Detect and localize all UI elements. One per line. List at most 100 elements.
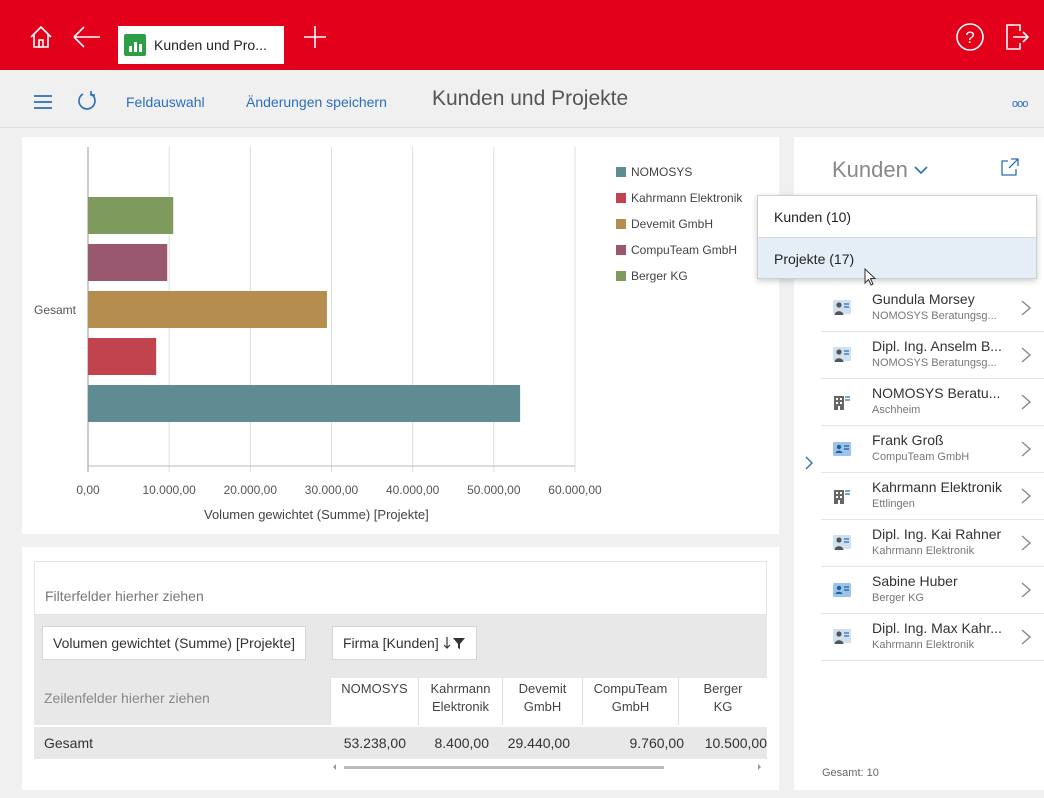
list-item[interactable]: NOMOSYS Beratu... Aschheim bbox=[821, 379, 1044, 426]
list-item[interactable]: Kahrmann Elektronik Ettlingen bbox=[821, 473, 1044, 520]
top-bar: Kunden und Pro... ? bbox=[0, 0, 1044, 70]
list-item[interactable]: Dipl. Ing. Anselm B... NOMOSYS Beratungsg… bbox=[821, 332, 1044, 379]
list-item[interactable]: Frank Groß CompuTeam GmbH bbox=[821, 426, 1044, 473]
column-field-label: Firma [Kunden] bbox=[343, 635, 439, 651]
list-item-subtitle: Ettlingen bbox=[872, 498, 915, 510]
list-item-subtitle: NOMOSYS Beratungsg... bbox=[872, 357, 997, 369]
column-header-computeam[interactable]: CompuTeam GmbH bbox=[582, 678, 678, 725]
list-item-subtitle: Kahrmann Elektronik bbox=[872, 639, 975, 651]
list-item[interactable]: Dipl. Ing. Max Kahr... Kahrmann Elektroni… bbox=[821, 614, 1044, 661]
page-title: Kunden und Projekte bbox=[432, 87, 629, 110]
x-tick-label: 20.000,00 bbox=[223, 483, 278, 497]
legend-item-kahrmann[interactable]: Kahrmann Elektronik bbox=[616, 185, 742, 211]
list-item-name: Dipl. Ing. Anselm B... bbox=[872, 338, 1002, 354]
bar-devemit-gmbh[interactable] bbox=[88, 291, 327, 328]
row-drop-zone[interactable]: Zeilenfelder hierher ziehen bbox=[44, 690, 210, 706]
open-external-icon[interactable] bbox=[1000, 157, 1020, 177]
cell-value[interactable]: 29.440,00 bbox=[508, 735, 570, 751]
chevron-right-icon[interactable] bbox=[1020, 581, 1032, 599]
list-item-name: Dipl. Ing. Kai Rahner bbox=[872, 526, 1002, 542]
list-item-subtitle: Aschheim bbox=[872, 404, 921, 416]
cell-value[interactable]: 53.238,00 bbox=[344, 735, 406, 751]
list-item[interactable]: Sabine Huber Berger KG bbox=[821, 567, 1044, 614]
list-item-subtitle: Berger KG bbox=[872, 592, 924, 604]
row-label: Gesamt bbox=[44, 735, 94, 751]
svg-text:?: ? bbox=[965, 28, 974, 47]
column-header-devemit[interactable]: Devemit GmbH bbox=[502, 678, 582, 725]
home-icon[interactable] bbox=[26, 22, 56, 52]
dropdown-item-kunden[interactable]: Kunden (10) bbox=[758, 196, 1036, 237]
bar-berger-kg[interactable] bbox=[88, 197, 174, 234]
column-field-chip[interactable]: Firma [Kunden] bbox=[332, 626, 477, 660]
bar-kahrmann-elektronik[interactable] bbox=[88, 338, 157, 375]
chevron-right-icon[interactable] bbox=[1020, 346, 1032, 364]
value-field-chip[interactable]: Volumen gewichtet (Summe) [Projekte] bbox=[42, 626, 306, 660]
scrollbar-thumb[interactable] bbox=[344, 766, 664, 769]
panel-selector[interactable]: Kunden bbox=[832, 157, 928, 183]
sort-filter-icon[interactable] bbox=[443, 636, 466, 650]
x-axis-label: Volumen gewichtet (Summe) [Projekte] bbox=[204, 507, 429, 522]
filter-drop-zone[interactable]: Filterfelder hierher ziehen bbox=[34, 561, 767, 615]
list-item-name: Frank Groß bbox=[872, 432, 944, 448]
tab-kunden-und-projekte[interactable]: Kunden und Pro... bbox=[118, 26, 284, 64]
chevron-right-icon[interactable] bbox=[1020, 393, 1032, 411]
chevron-right-icon[interactable] bbox=[1020, 299, 1032, 317]
company-building-icon bbox=[833, 393, 851, 411]
list-item[interactable]: Gundula Morsey NOMOSYS Beratungsg... bbox=[821, 285, 1044, 332]
chart-panel: Gesamt 0,00 10.000,00 20.000,00 30.000,00 40… bbox=[22, 137, 779, 534]
legend-item-berger[interactable]: Berger KG bbox=[616, 263, 742, 289]
contact-card-icon bbox=[833, 440, 851, 458]
legend-item-nomosys[interactable]: NOMOSYS bbox=[616, 159, 742, 185]
logout-icon[interactable] bbox=[1002, 22, 1032, 52]
column-header-nomosys[interactable]: NOMOSYS bbox=[330, 678, 418, 725]
contact-card-icon bbox=[833, 581, 851, 599]
contact-person-icon bbox=[833, 534, 851, 552]
legend-item-devemit[interactable]: Devemit GmbH bbox=[616, 211, 742, 237]
contact-person-icon bbox=[833, 346, 851, 364]
back-icon[interactable] bbox=[72, 22, 102, 52]
cell-value[interactable]: 10.500,00 bbox=[705, 735, 767, 751]
x-tick-label: 40.000,00 bbox=[385, 483, 440, 497]
chevron-right-icon[interactable] bbox=[1020, 628, 1032, 646]
panel-title: Kunden bbox=[832, 157, 908, 182]
legend-item-computeam[interactable]: CompuTeam GmbH bbox=[616, 237, 742, 263]
feldauswahl-button[interactable]: Feldauswahl bbox=[126, 94, 205, 110]
list-item-name: Sabine Huber bbox=[872, 573, 958, 589]
total-count: Gesamt: 10 bbox=[822, 767, 879, 779]
add-tab-icon[interactable] bbox=[300, 22, 330, 52]
list-item[interactable]: Dipl. Ing. Kai Rahner Kahrmann Elektronik bbox=[821, 520, 1044, 567]
y-category-label: Gesamt bbox=[34, 303, 77, 317]
horizontal-scrollbar[interactable] bbox=[330, 761, 766, 773]
chevron-down-icon bbox=[914, 166, 928, 175]
list-item-subtitle: Kahrmann Elektronik bbox=[872, 545, 975, 557]
chevron-right-icon[interactable] bbox=[1020, 487, 1032, 505]
list-item-name: Dipl. Ing. Max Kahr... bbox=[872, 620, 1002, 636]
pivot-grid-panel: Filterfelder hierher ziehen Volumen gewi… bbox=[22, 547, 779, 790]
refresh-icon[interactable] bbox=[76, 90, 98, 112]
save-changes-button[interactable]: Änderungen speichern bbox=[246, 94, 387, 110]
help-icon[interactable]: ? bbox=[955, 22, 985, 52]
column-header-kahrmann[interactable]: Kahrmann Elektronik bbox=[418, 678, 502, 725]
panel-dropdown-menu: Kunden (10) Projekte (17) bbox=[757, 195, 1037, 279]
column-header-berger[interactable]: Berger KG bbox=[678, 678, 767, 725]
bar-computeam-gmbh[interactable] bbox=[88, 244, 168, 281]
toolbar: Feldauswahl Änderungen speichern Kunden … bbox=[0, 70, 1044, 128]
list-item-name: Kahrmann Elektronik bbox=[872, 479, 1002, 495]
chevron-right-icon[interactable] bbox=[1020, 534, 1032, 552]
list-item-subtitle: CompuTeam GmbH bbox=[872, 451, 970, 463]
list-item-name: NOMOSYS Beratu... bbox=[872, 385, 1001, 401]
chevron-right-icon[interactable] bbox=[1020, 440, 1032, 458]
list-item-name: Gundula Morsey bbox=[872, 291, 975, 307]
expand-chevron-icon[interactable] bbox=[804, 455, 814, 471]
contact-person-icon bbox=[833, 299, 851, 317]
cell-value[interactable]: 9.760,00 bbox=[630, 735, 685, 751]
x-tick-label: 60.000,00 bbox=[548, 483, 602, 497]
tab-label: Kunden und Pro... bbox=[154, 37, 267, 53]
more-options-icon[interactable]: ooo bbox=[1012, 98, 1028, 110]
menu-icon[interactable] bbox=[34, 95, 52, 109]
bar-nomosys[interactable] bbox=[88, 385, 521, 422]
dropdown-item-projekte[interactable]: Projekte (17) bbox=[758, 237, 1036, 278]
cell-value[interactable]: 8.400,00 bbox=[435, 735, 490, 751]
company-building-icon bbox=[833, 487, 851, 505]
x-tick-label: 10.000,00 bbox=[142, 483, 196, 497]
